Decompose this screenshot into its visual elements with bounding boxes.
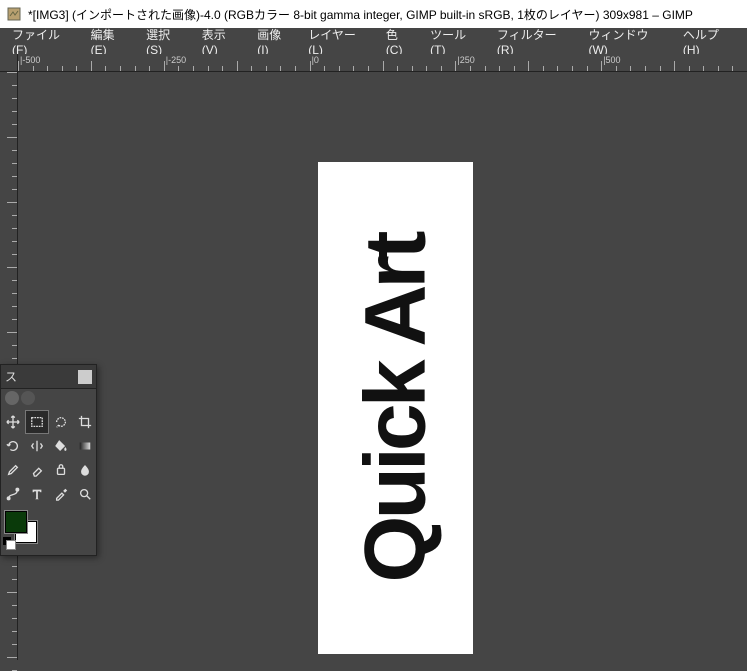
color-swatches bbox=[1, 507, 96, 555]
zoom-tool-icon[interactable] bbox=[74, 483, 96, 505]
window-title: *[IMG3] (インポートされた画像)-4.0 (RGBカラー 8-bit g… bbox=[28, 6, 693, 23]
canvas-viewport[interactable]: Quick Art bbox=[18, 72, 747, 660]
toolbox-header[interactable]: ス bbox=[1, 365, 96, 389]
color-picker-tool-icon[interactable] bbox=[50, 483, 72, 505]
default-colors-icon[interactable] bbox=[3, 537, 17, 547]
pencil-tool-icon[interactable] bbox=[2, 459, 24, 481]
ruler-horizontal[interactable]: |-500|-250|0|250|500|750 bbox=[18, 54, 747, 72]
canvas-area: |-500|-250|0|250|500|750 Quick Art ス bbox=[0, 54, 747, 660]
toolbox-title: ス bbox=[5, 368, 17, 385]
smudge-tool-icon[interactable] bbox=[74, 459, 96, 481]
tool-tab-icon[interactable] bbox=[5, 391, 19, 405]
close-icon[interactable] bbox=[78, 370, 92, 384]
toolbox-tabs bbox=[1, 389, 96, 409]
foreground-color-swatch[interactable] bbox=[5, 511, 27, 533]
tool-tab-icon[interactable] bbox=[21, 391, 35, 405]
rect-select-tool-icon[interactable] bbox=[26, 411, 48, 433]
text-tool-icon[interactable] bbox=[26, 483, 48, 505]
eraser-tool-icon[interactable] bbox=[26, 459, 48, 481]
menubar: ファイル(F) 編集(E) 選択(S) 表示(V) 画像(I) レイヤー(L) … bbox=[0, 28, 747, 54]
crop-tool-icon[interactable] bbox=[74, 411, 96, 433]
ruler-corner bbox=[0, 54, 18, 72]
free-select-tool-icon[interactable] bbox=[50, 411, 72, 433]
flip-tool-icon[interactable] bbox=[26, 435, 48, 457]
toolbox-panel[interactable]: ス bbox=[0, 364, 97, 556]
gradient-tool-icon[interactable] bbox=[74, 435, 96, 457]
app-icon bbox=[6, 6, 22, 22]
logo-text: Quick Art bbox=[346, 234, 445, 582]
tool-grid bbox=[1, 409, 96, 507]
document-canvas[interactable]: Quick Art bbox=[318, 162, 473, 654]
bucket-tool-icon[interactable] bbox=[50, 435, 72, 457]
rotate-tool-icon[interactable] bbox=[2, 435, 24, 457]
path-tool-icon[interactable] bbox=[2, 483, 24, 505]
move-tool-icon[interactable] bbox=[2, 411, 24, 433]
clone-tool-icon[interactable] bbox=[50, 459, 72, 481]
